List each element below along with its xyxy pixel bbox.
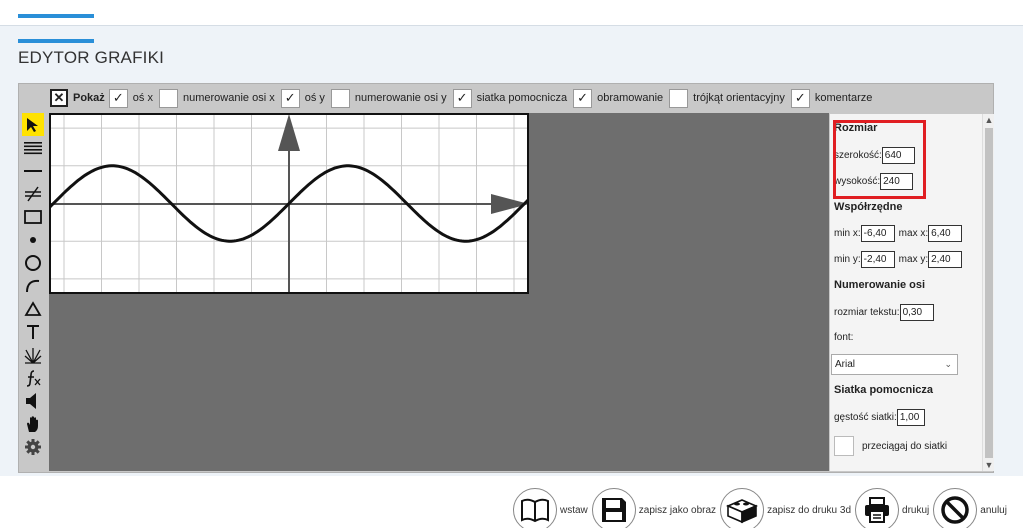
coords-section-title: Współrzędne bbox=[834, 201, 903, 213]
label-y-numbering: numerowanie osi y bbox=[354, 92, 447, 104]
function-icon[interactable] bbox=[22, 366, 44, 389]
save-3d-label: zapisz do druku 3d bbox=[767, 504, 852, 516]
circle-icon[interactable] bbox=[22, 251, 44, 274]
grid-density-label: gęstość siatki: bbox=[834, 412, 897, 423]
close-show-bar-button[interactable]: ✕ bbox=[50, 89, 68, 107]
font-select[interactable]: Arial ⌄ bbox=[831, 354, 958, 375]
hand-icon[interactable] bbox=[22, 412, 44, 435]
min-y-label: min y: bbox=[834, 254, 861, 265]
rays-icon[interactable] bbox=[22, 343, 44, 366]
triangle-icon[interactable] bbox=[22, 297, 44, 320]
book-icon bbox=[521, 498, 549, 523]
line-icon[interactable] bbox=[22, 159, 44, 182]
grid-section-title: Siatka pomocnicza bbox=[834, 384, 934, 396]
min-y-input[interactable]: -2,40 bbox=[860, 251, 895, 268]
label-x-axis: oś x bbox=[132, 92, 153, 104]
arc-icon[interactable] bbox=[22, 274, 44, 297]
cancel-button[interactable] bbox=[933, 488, 978, 528]
graph-canvas[interactable] bbox=[49, 113, 529, 294]
lines-icon[interactable] bbox=[22, 136, 44, 159]
gear-icon[interactable] bbox=[22, 435, 44, 458]
checkbox-x-axis[interactable]: ✓ bbox=[108, 88, 128, 108]
scroll-down-icon[interactable]: ▼ bbox=[983, 459, 995, 471]
insert-label: wstaw bbox=[560, 504, 588, 516]
insert-button[interactable] bbox=[513, 488, 557, 528]
max-y-label: max y: bbox=[898, 254, 929, 265]
print-label: drukuj bbox=[902, 504, 930, 516]
page-title: EDYTOR GRAFIKI bbox=[18, 48, 165, 67]
speaker-icon[interactable] bbox=[22, 389, 44, 412]
save-3d-button[interactable] bbox=[720, 488, 765, 528]
checkbox-y-axis[interactable]: ✓ bbox=[280, 88, 300, 108]
checkbox-grid[interactable]: ✓ bbox=[452, 88, 472, 108]
chevron-down-icon: ⌄ bbox=[944, 359, 952, 369]
highlight-box bbox=[833, 120, 926, 199]
save-image-label: zapisz jako obraz bbox=[638, 504, 717, 516]
checkbox-comments[interactable]: ✓ bbox=[790, 88, 810, 108]
cancel-label: anuluj bbox=[980, 504, 1007, 516]
label-x-numbering: numerowanie osi x bbox=[182, 92, 275, 104]
axis-numbering-section-title: Numerowanie osi bbox=[834, 279, 926, 291]
text-size-label: rozmiar tekstu: bbox=[834, 307, 900, 318]
rectangle-icon[interactable] bbox=[22, 205, 44, 228]
label-grid: siatka pomocnicza bbox=[476, 92, 568, 104]
font-select-value: Arial bbox=[835, 359, 856, 370]
point-icon[interactable] bbox=[22, 228, 44, 251]
text-icon[interactable] bbox=[22, 320, 44, 343]
max-x-label: max x: bbox=[898, 228, 929, 239]
floppy-disk-icon bbox=[601, 498, 626, 522]
parallel-lines-icon[interactable] bbox=[22, 182, 44, 205]
save-image-button[interactable] bbox=[591, 488, 636, 528]
label-y-axis: oś y bbox=[304, 92, 325, 104]
prohibited-icon bbox=[941, 496, 970, 524]
print-button[interactable] bbox=[855, 488, 900, 528]
tool-palette bbox=[22, 113, 44, 463]
scroll-thumb[interactable] bbox=[985, 128, 993, 458]
action-bar: wstaw zapisz jako obraz zapisz do druku … bbox=[513, 488, 1011, 528]
title-accent-bar bbox=[18, 39, 94, 43]
brick-icon bbox=[726, 499, 759, 524]
show-label: Pokaż bbox=[73, 92, 105, 104]
min-x-label: min x: bbox=[834, 228, 861, 239]
top-accent-bar bbox=[18, 14, 94, 18]
checkbox-border[interactable]: ✓ bbox=[573, 88, 593, 108]
pointer-icon[interactable] bbox=[22, 113, 44, 136]
checkbox-orientation-triangle[interactable] bbox=[669, 88, 689, 108]
text-size-input[interactable]: 0,30 bbox=[899, 304, 934, 321]
max-x-input[interactable]: 6,40 bbox=[928, 225, 963, 242]
label-comments: komentarze bbox=[814, 92, 873, 104]
label-border: obramowanie bbox=[597, 92, 664, 104]
snap-to-grid-checkbox[interactable] bbox=[834, 436, 854, 456]
show-options-bar: ✕ Pokaż ✓ oś x numerowanie osi x ✓ oś y … bbox=[50, 85, 878, 111]
label-orientation-triangle: trójkąt orientacyjny bbox=[693, 92, 785, 104]
grid-density-input[interactable]: 1,00 bbox=[896, 409, 925, 426]
checkbox-y-numbering[interactable] bbox=[330, 88, 350, 108]
snap-to-grid-label: przeciągaj do siatki bbox=[862, 440, 948, 452]
min-x-input[interactable]: -6,40 bbox=[860, 225, 895, 242]
properties-scrollbar[interactable]: ▲ ▼ bbox=[982, 114, 994, 471]
font-label: font: bbox=[834, 332, 854, 343]
max-y-input[interactable]: 2,40 bbox=[928, 251, 963, 268]
checkbox-x-numbering[interactable] bbox=[158, 88, 178, 108]
printer-icon bbox=[865, 497, 890, 523]
scroll-up-icon[interactable]: ▲ bbox=[983, 114, 995, 126]
